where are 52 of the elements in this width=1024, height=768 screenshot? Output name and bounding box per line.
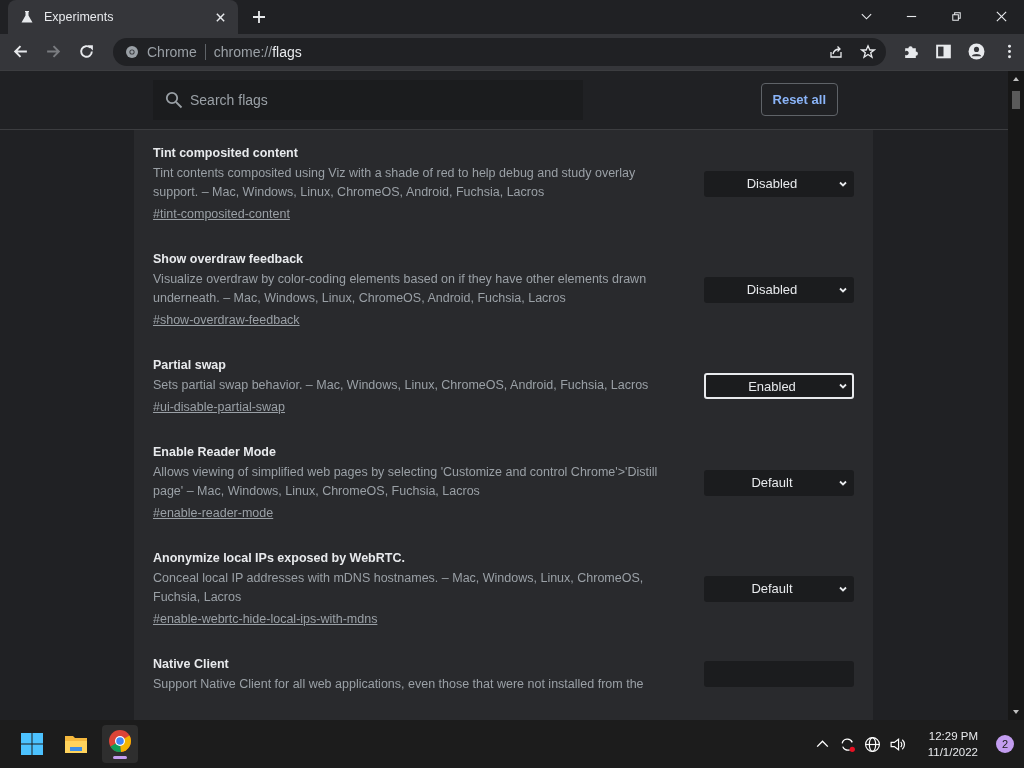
- close-icon[interactable]: [995, 10, 1008, 23]
- search-field[interactable]: Search flags: [153, 79, 583, 120]
- search-icon: [165, 90, 183, 109]
- flag-dropdown[interactable]: Default: [704, 575, 854, 602]
- flag-link[interactable]: #show-overdraw-feedback: [153, 309, 300, 330]
- new-tab-icon[interactable]: [252, 10, 266, 24]
- clock-date[interactable]: 11/1/2022: [927, 744, 978, 761]
- speaker-icon[interactable]: [888, 735, 906, 753]
- clock-time[interactable]: 12:29 PM: [928, 728, 978, 745]
- flag-title: Enable Reader Mode: [153, 443, 276, 461]
- side-panel-icon[interactable]: [935, 43, 952, 61]
- scroll-thumb[interactable]: [1012, 90, 1020, 109]
- restore-icon[interactable]: [950, 10, 963, 23]
- url-text: chrome://flags: [213, 43, 302, 60]
- chrome-taskbar-button[interactable]: [102, 725, 138, 764]
- flag-description: Sets partial swap behavior. – Mac, Windows, Linux, ChromeOS, Android, Fuchsia, Lacros: [153, 376, 649, 394]
- star-icon[interactable]: [860, 43, 876, 60]
- windows-start-icon[interactable]: [20, 732, 44, 757]
- browser-tab[interactable]: Experiments: [8, 0, 238, 34]
- flag-title: Tint composited content: [153, 144, 298, 162]
- profile-icon[interactable]: [968, 43, 985, 61]
- close-icon[interactable]: [215, 11, 226, 23]
- flag-link[interactable]: #enable-reader-mode: [153, 502, 274, 523]
- flag-title: Partial swap: [153, 356, 226, 374]
- flag-description: Allows viewing of simplified web pages by selecting 'Customize and control Chrome'>'Distill page' – Mac, Windows, Linux, ChromeOS, Fuchsia, Lacros: [153, 463, 659, 500]
- flag-title: Anonymize local IPs exposed by WebRTC.: [153, 549, 405, 567]
- share-icon[interactable]: [828, 43, 844, 60]
- flag-link[interactable]: #tint-composited-content: [153, 203, 290, 224]
- chrome-icon: [125, 44, 139, 59]
- flag-title: Native Client: [153, 655, 229, 673]
- scrollbar[interactable]: [1008, 70, 1024, 721]
- flag-dropdown[interactable]: Default: [704, 469, 854, 496]
- flag-description: Conceal local IP addresses with mDNS hostnames. – Mac, Windows, Linux, ChromeOS, Fuchsia, Lacros: [153, 569, 645, 606]
- flag-dropdown[interactable]: Disabled: [704, 276, 854, 303]
- address-bar[interactable]: Chrome chrome://flags: [113, 37, 886, 66]
- reset-all-button[interactable]: Reset all: [760, 83, 838, 117]
- flask-icon: [20, 10, 34, 24]
- flag-link[interactable]: #enable-webrtc-hide-local-ips-with-mdns: [153, 608, 378, 629]
- flag-dropdown[interactable]: Disabled: [704, 170, 854, 197]
- chrome-icon: [108, 729, 132, 754]
- flag-description: Support Native Client for all web applications, even those that were not installed from the: [153, 675, 644, 693]
- puzzle-icon[interactable]: [902, 43, 919, 61]
- site-label: Chrome: [147, 43, 197, 60]
- flag-dropdown[interactable]: Enabled: [704, 373, 854, 400]
- flag-description: Visualize overdraw by color-coding elements based on if they have other elements drawn underneath. – Mac, Windows, Linux, ChromeOS, Android, Fuchsia, Lacros: [153, 270, 648, 307]
- flag-link[interactable]: #ui-disable-partial-swap: [153, 396, 285, 417]
- tab-title: Experiments: [44, 10, 115, 24]
- globe-icon[interactable]: [863, 735, 881, 753]
- flag-title: Show overdraw feedback: [153, 250, 304, 268]
- reload-icon[interactable]: [78, 43, 95, 61]
- notification-badge[interactable]: 2: [996, 735, 1014, 754]
- flag-description: Tint contents composited using Viz with a shade of red to help debug and study overlay support. – Mac, Windows, Linux, ChromeOS, Android, Fuchsia, Lacros: [153, 164, 637, 201]
